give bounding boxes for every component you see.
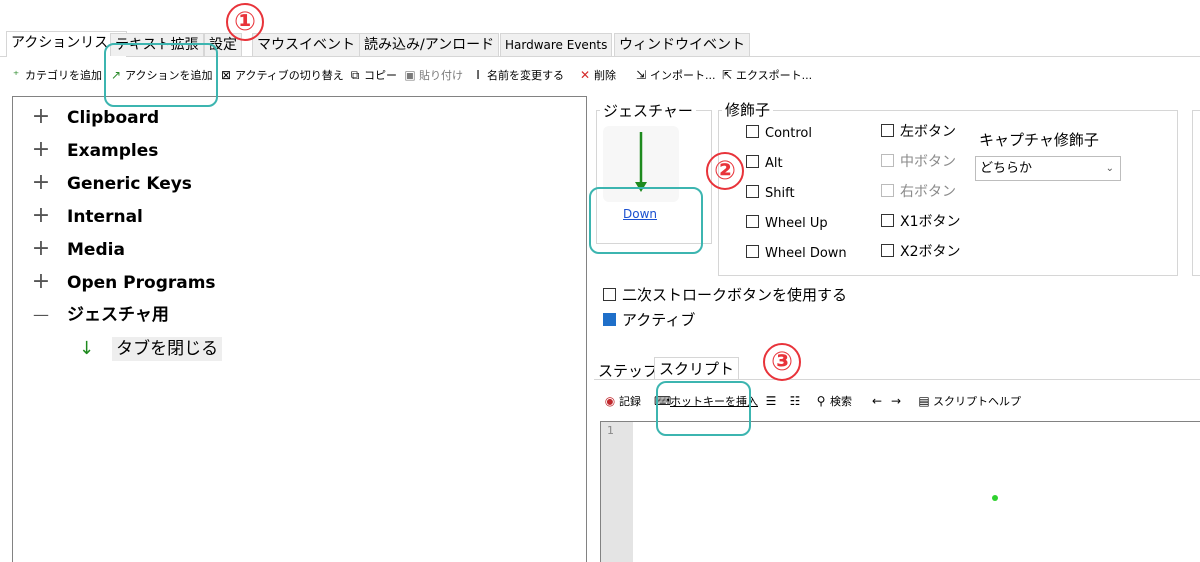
subtab-divider — [594, 379, 1200, 380]
tab-mouse-events[interactable]: マウスイベント — [252, 33, 360, 56]
rename-icon: Ⅰ — [476, 68, 480, 82]
modifier-wheel-down-checkbox[interactable]: Wheel Down — [746, 245, 847, 263]
expand-icon[interactable]: + — [29, 235, 53, 263]
gesture-group-title: ジェスチャー — [600, 100, 696, 121]
secondary-stroke-checkbox[interactable]: 二次ストロークボタンを使用する — [603, 286, 847, 304]
tree-item-internal[interactable]: + Internal — [29, 202, 143, 230]
action-tree[interactable]: + Clipboard + Examples + Generic Keys + Inte… — [12, 96, 587, 562]
modifier-alt-checkbox[interactable]: Alt — [746, 155, 783, 173]
capture-modifier-select[interactable]: どちらか ⌄ — [975, 156, 1121, 181]
down-arrow-icon: ↓ — [79, 338, 95, 359]
arrow-left-icon: ← — [871, 394, 883, 408]
highlight-insert-hotkey — [656, 381, 751, 436]
modifier-x2-button-checkbox[interactable]: X2ボタン — [881, 243, 961, 261]
chevron-down-icon: ⌄ — [1105, 163, 1114, 174]
expand-icon[interactable]: + — [29, 202, 53, 230]
record-button[interactable]: ◉ 記録 — [603, 391, 641, 411]
modifier-left-button-checkbox[interactable]: 左ボタン — [881, 123, 956, 141]
delete-icon: ✕ — [579, 68, 591, 82]
modifier-shift-checkbox[interactable]: Shift — [746, 185, 795, 203]
rename-button[interactable]: Ⅰ 名前を変更する — [471, 65, 564, 85]
tab-steps[interactable]: ステップ — [598, 360, 658, 381]
active-checkbox[interactable]: アクティブ — [603, 311, 695, 329]
expand-icon[interactable]: + — [29, 103, 53, 131]
add-category-button[interactable]: ⁺ カテゴリを追加 — [9, 65, 102, 85]
highlight-gesture-link — [589, 187, 703, 254]
toggle-icon: ⊠ — [220, 68, 232, 82]
add-category-icon: ⁺ — [12, 68, 20, 82]
import-button[interactable]: ⇲ インポート... — [634, 65, 716, 85]
search-button[interactable]: ⚲ 検索 — [814, 391, 852, 411]
tree-item-media[interactable]: + Media — [29, 235, 125, 263]
modifier-control-checkbox[interactable]: Control — [746, 125, 812, 143]
search-icon: ⚲ — [816, 394, 826, 408]
expand-icon[interactable]: + — [29, 136, 53, 164]
annotation-1: ① — [226, 3, 264, 41]
tree-item-clipboard[interactable]: + Clipboard — [29, 103, 159, 131]
back-button[interactable]: ← — [870, 391, 886, 411]
record-icon: ◉ — [604, 394, 616, 408]
paste-button[interactable]: ▣ 貼り付け — [403, 65, 463, 85]
delete-button[interactable]: ✕ 削除 — [578, 65, 616, 85]
copy-button[interactable]: ⧉ コピー — [348, 65, 397, 85]
script-help-button[interactable]: ▤ スクリプトヘルプ — [917, 391, 1021, 411]
modifiers-group-title: 修飾子 — [722, 99, 774, 120]
export-button[interactable]: ⇱ エクスポート... — [720, 65, 812, 85]
copy-icon: ⧉ — [350, 68, 360, 82]
toggle-active-button[interactable]: ⊠ アクティブの切り替え — [219, 65, 344, 85]
tree-item-examples[interactable]: + Examples — [29, 136, 159, 164]
tab-script[interactable]: スクリプト — [654, 357, 740, 379]
outdent-icon: ☷ — [789, 394, 801, 408]
modifier-wheel-up-checkbox[interactable]: Wheel Up — [746, 215, 828, 233]
paste-icon: ▣ — [404, 68, 416, 82]
expand-icon[interactable]: + — [29, 169, 53, 197]
import-icon: ⇲ — [635, 68, 647, 82]
tree-item-generic-keys[interactable]: + Generic Keys — [29, 169, 192, 197]
annotation-3: ③ — [763, 343, 801, 381]
modifier-right-button-checkbox[interactable]: 右ボタン — [881, 183, 956, 201]
indent-button[interactable]: ☰ — [764, 391, 780, 411]
highlight-add-action — [104, 43, 218, 107]
tree-item-close-tab[interactable]: ↓ タブを閉じる — [79, 335, 223, 363]
capture-modifier-label: キャプチャ修飾子 — [979, 131, 1099, 149]
expand-icon[interactable]: + — [29, 268, 53, 296]
tab-load-unload[interactable]: 読み込み/アンロード — [359, 33, 500, 56]
indent-icon: ☰ — [765, 394, 777, 408]
help-icon: ▤ — [918, 394, 930, 408]
tree-item-gesture-folder[interactable]: — ジェスチャ用 — [29, 301, 169, 329]
script-editor[interactable]: 1 — [600, 421, 1200, 562]
collapse-icon[interactable]: — — [29, 301, 53, 329]
modifier-middle-button-checkbox[interactable]: 中ボタン — [881, 153, 956, 171]
line-gutter: 1 — [601, 422, 633, 562]
cursor-dot — [992, 495, 998, 501]
tab-window-events[interactable]: ウィンドウイベント — [614, 33, 750, 56]
export-icon: ⇱ — [721, 68, 733, 82]
extra-group-edge — [1192, 110, 1200, 276]
forward-button[interactable]: → — [889, 391, 905, 411]
outdent-button[interactable]: ☷ — [788, 391, 804, 411]
arrow-right-icon: → — [890, 394, 902, 408]
tree-item-open-programs[interactable]: + Open Programs — [29, 268, 216, 296]
tab-hardware-events[interactable]: Hardware Events — [500, 33, 613, 56]
modifier-x1-button-checkbox[interactable]: X1ボタン — [881, 213, 961, 231]
annotation-2: ② — [706, 152, 744, 190]
